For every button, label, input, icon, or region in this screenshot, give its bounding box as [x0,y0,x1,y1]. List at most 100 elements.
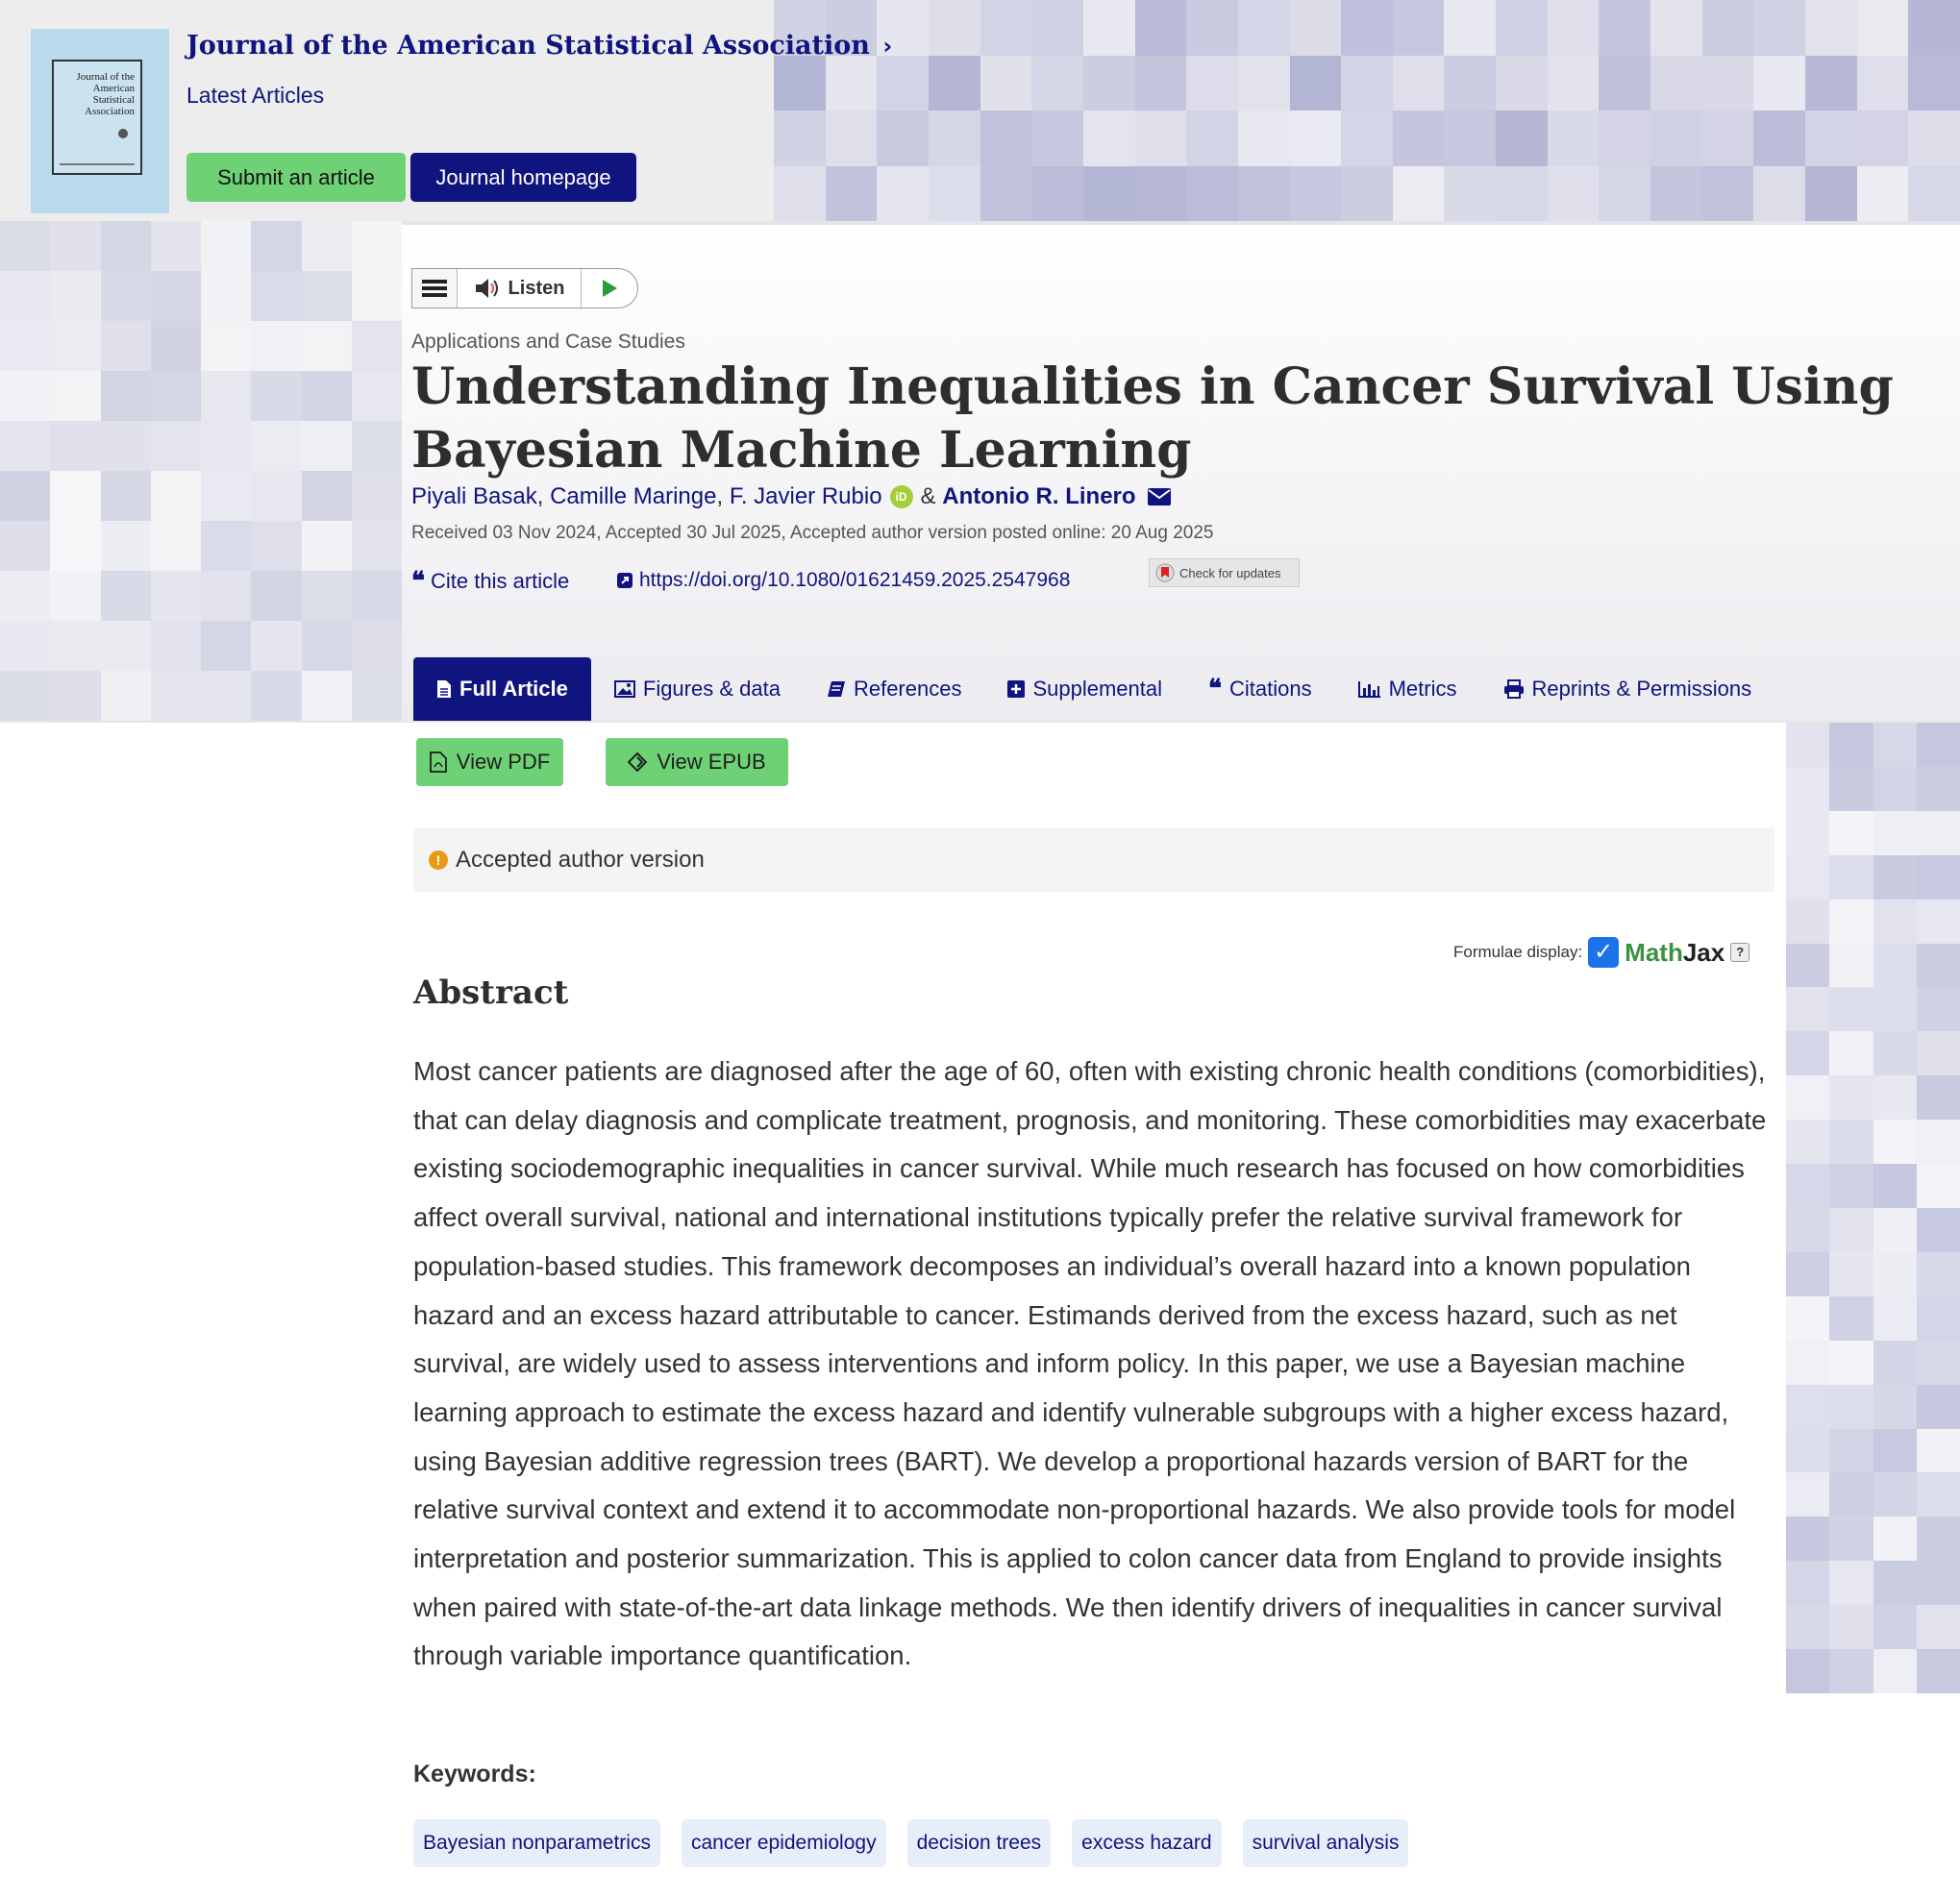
mosaic-tile [1916,1340,1960,1385]
mosaic-tile [1805,55,1857,111]
tab-label: References [853,677,962,701]
mosaic-tile [0,321,51,371]
mosaic-tile [1916,899,1960,944]
mosaic-tile [1786,810,1830,855]
mosaic-tile [1873,1208,1917,1252]
keyword-tag[interactable]: excess hazard [1072,1819,1222,1867]
keyword-tag[interactable]: Bayesian nonparametrics [413,1819,660,1867]
mosaic-tile [1916,1561,1960,1606]
mosaic-tile [1786,1340,1830,1385]
mosaic-tile [1916,1384,1960,1429]
play-icon [603,280,617,297]
author-link[interactable]: Piyali Basak [411,483,537,510]
menu-icon[interactable] [412,269,458,308]
mosaic-tile [1916,1251,1960,1296]
mathjax-logo-math: Math [1625,937,1683,967]
mosaic-tile [1873,1649,1917,1693]
keyword-tag[interactable]: cancer epidemiology [681,1819,886,1867]
mosaic-tile [1444,0,1497,56]
mosaic-tile [251,271,302,321]
doi-link[interactable]: https://doi.org/10.1080/01621459.2025.25… [616,569,1070,592]
tab-reprints-permissions[interactable]: Reprints & Permissions [1480,657,1775,721]
mosaic-tile [1829,1384,1873,1429]
tab-figures-data[interactable]: Figures & data [591,657,804,721]
tab-supplemental[interactable]: Supplemental [984,657,1185,721]
submit-article-button[interactable]: Submit an article [186,153,406,202]
mosaic-tile [1786,1428,1830,1473]
mosaic-tile [1829,1340,1873,1385]
mosaic-tile [1392,55,1445,111]
view-pdf-button[interactable]: View PDF [416,738,563,786]
mosaic-tile [1650,55,1702,111]
tab-metrics[interactable]: Metrics [1335,657,1480,721]
mosaic-tile [1786,1164,1830,1208]
mosaic-tile [1650,165,1702,221]
mosaic-tile [251,671,302,721]
mosaic-tile [1873,1605,1917,1650]
mosaic-tile [1082,165,1135,221]
mosaic-tile [50,221,101,271]
mosaic-tile [201,321,252,371]
journal-homepage-button[interactable]: Journal homepage [410,153,636,202]
crossmark-icon [1155,563,1175,582]
mosaic-tile [351,421,402,471]
keyword-tag[interactable]: decision trees [906,1819,1052,1867]
mosaic-tile [1547,0,1600,56]
plus-square-icon [1007,680,1026,698]
author-link[interactable]: Antonio R. Linero [942,483,1135,510]
mosaic-tile [251,221,302,271]
tab-full-article[interactable]: Full Article [413,657,591,730]
play-button[interactable] [582,269,637,308]
mosaic-tile [201,671,252,721]
mosaic-tile [251,321,302,371]
mosaic-tile [1496,0,1548,56]
mosaic-tile [1873,943,1917,988]
mosaic-tile [251,371,302,421]
tab-references[interactable]: References [804,657,985,721]
mosaic-tile [351,471,402,521]
mosaic-tile [1786,766,1830,811]
help-icon[interactable]: ? [1730,943,1750,962]
author-list: Piyali Basak, Camille Maringe, F. Javier… [411,483,1171,510]
mosaic-tile [0,271,51,321]
mosaic-tile [1786,1208,1830,1252]
journal-title-link[interactable]: Journal of the American Statistical Asso… [186,31,892,61]
mosaic-tile [301,271,352,321]
cite-article-link[interactable]: ❝ Cite this article [411,569,569,594]
mosaic-tile [1786,943,1830,988]
tab-citations[interactable]: ❝ Citations [1185,657,1335,721]
mosaic-tile [1873,987,1917,1032]
listen-button[interactable]: Listen [458,269,582,308]
mosaic-tile [150,471,201,521]
mosaic-tile [0,421,51,471]
mosaic-tile [1916,987,1960,1032]
mosaic-tile [1916,1208,1960,1252]
mosaic-tile [150,571,201,621]
mosaic-tile [1829,1472,1873,1517]
mosaic-tile [1856,111,1909,166]
mosaic-tile [928,55,980,111]
mosaic-tile [1392,165,1445,221]
keyword-tag[interactable]: survival analysis [1242,1819,1409,1867]
mosaic-tile [150,371,201,421]
mosaic-tile [0,571,51,621]
abstract-heading: Abstract [413,974,569,1012]
mosaic-tile [1786,1075,1830,1121]
mosaic-tile [1134,55,1187,111]
mosaic-tile [1873,1164,1917,1208]
orcid-icon[interactable]: iD [889,485,913,508]
mosaic-tile [1916,1428,1960,1473]
notice-text: Accepted author version [456,846,705,873]
checkbox-checked-icon[interactable]: ✓ [1588,937,1620,968]
mosaic-tile [0,521,51,571]
author-link[interactable]: Camille Maringe [550,483,716,510]
mosaic-tile [301,621,352,671]
check-for-updates-button[interactable]: Check for updates [1149,558,1300,587]
mosaic-tile [1873,723,1917,767]
journal-cover-image[interactable]: Journal of the American Statistical Asso… [31,29,169,213]
view-epub-button[interactable]: View EPUB [606,738,788,786]
email-icon[interactable] [1147,488,1171,505]
latest-articles-link[interactable]: Latest Articles [186,83,324,109]
cover-rule [60,163,135,165]
author-link[interactable]: F. Javier Rubio [730,483,882,510]
